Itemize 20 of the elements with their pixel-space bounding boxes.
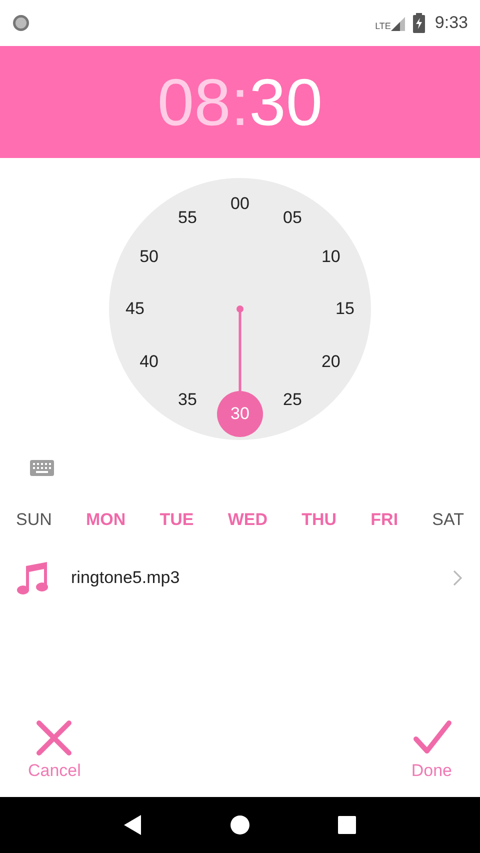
signal-icon (390, 15, 407, 31)
keyboard-icon[interactable] (30, 460, 54, 476)
status-time: 9:33 (434, 13, 468, 33)
home-icon[interactable] (230, 815, 250, 835)
clock-dial[interactable]: 00 05 10 15 20 25 30 35 40 45 50 55 (109, 178, 371, 440)
time-separator: : (230, 69, 250, 135)
weekday-toggle[interactable]: SAT (432, 510, 464, 530)
chevron-right-icon (452, 570, 462, 586)
battery-icon (412, 13, 425, 33)
minute-option[interactable]: 45 (112, 286, 158, 332)
ringtone-name: ringtone5.mp3 (71, 568, 181, 588)
back-icon[interactable] (124, 815, 142, 835)
ringtone-row[interactable]: ringtone5.mp3 (0, 558, 480, 598)
minute-option[interactable]: 15 (322, 286, 368, 332)
music-note-icon (17, 561, 49, 595)
minute-option[interactable]: 00 (217, 181, 263, 227)
weekday-toggle[interactable]: SUN (16, 510, 52, 530)
notification-icon (12, 14, 30, 32)
network-type: LTE (375, 21, 391, 31)
close-icon (35, 719, 74, 757)
